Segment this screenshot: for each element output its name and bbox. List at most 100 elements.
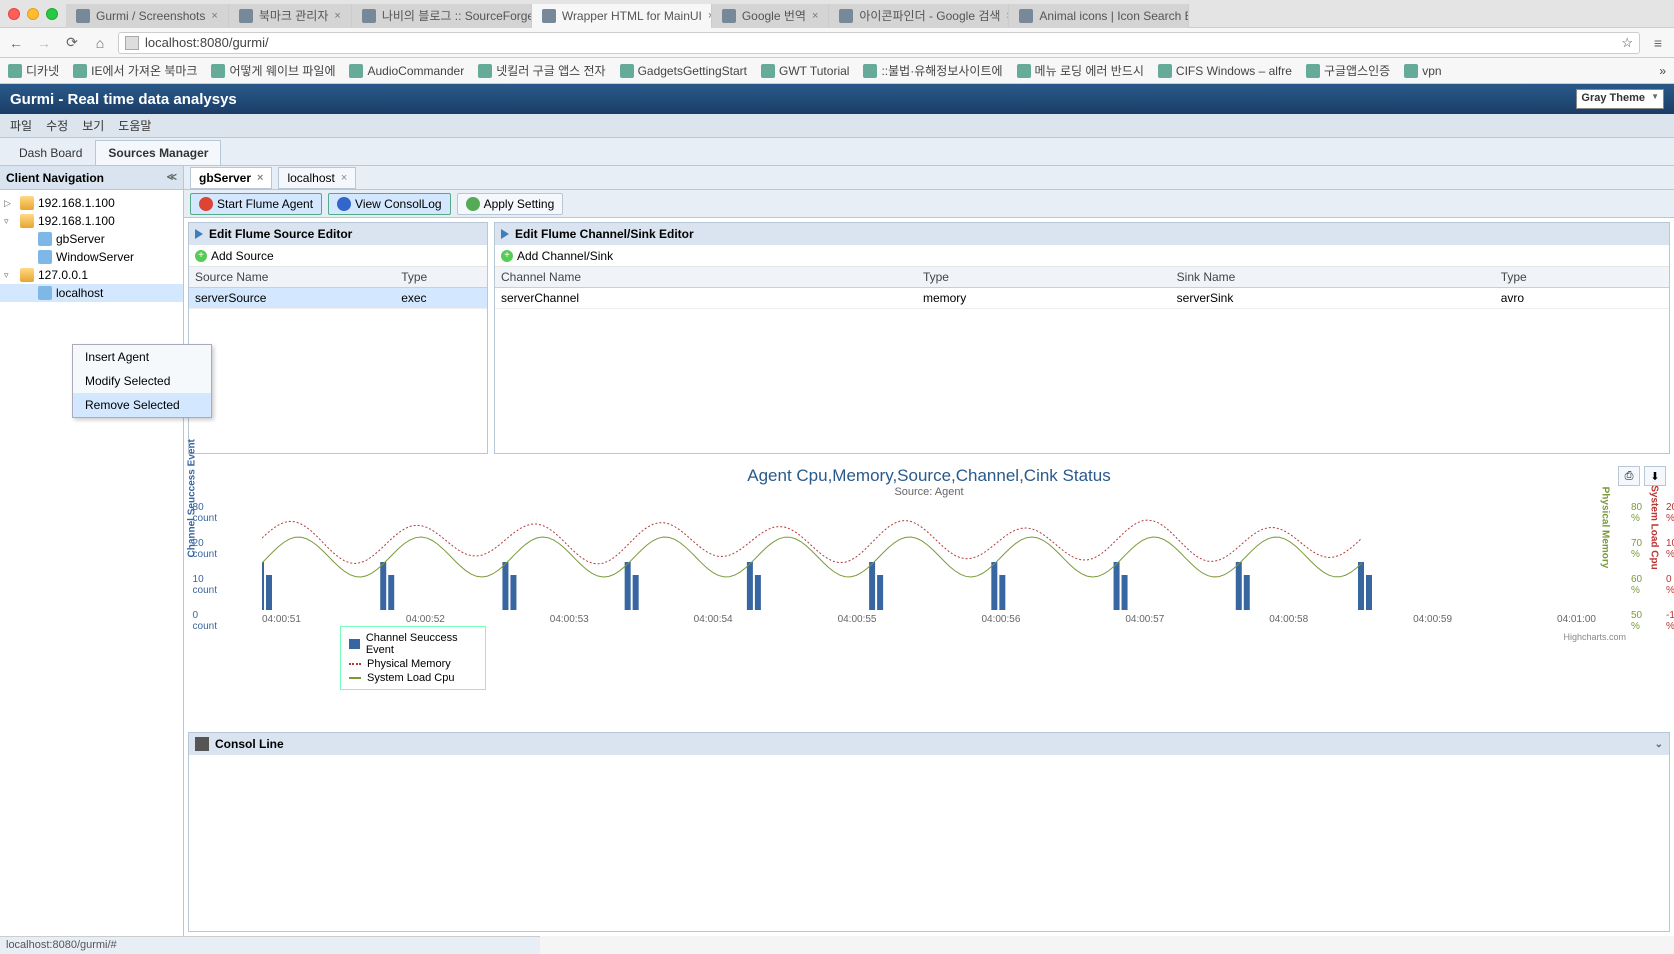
app-header: Gurmi - Real time data analysys Gray The… — [0, 84, 1674, 114]
back-button[interactable]: ← — [6, 33, 26, 53]
browser-tab[interactable]: Gurmi / Screenshots × — [66, 4, 229, 28]
close-icon[interactable]: × — [334, 10, 340, 22]
browser-tab[interactable]: Animal icons | Icon Search E× — [1009, 4, 1189, 28]
menu-item[interactable]: 보기 — [82, 117, 104, 134]
main-tab[interactable]: Sources Manager — [95, 140, 221, 165]
sidebar: Client Navigation ≪ ▷192.168.1.100▿192.1… — [0, 166, 184, 936]
tree-item[interactable]: ▿192.168.1.100 — [0, 212, 183, 230]
bookmarks-overflow-button[interactable]: » — [1659, 64, 1666, 78]
app-title: Gurmi - Real time data analysys — [10, 91, 237, 108]
play-icon — [195, 229, 203, 239]
source-editor-header: Edit Flume Source Editor — [189, 223, 487, 245]
status-text: localhost:8080/gurmi/# — [6, 939, 117, 951]
close-icon[interactable]: × — [341, 172, 347, 184]
agent-tabs: gbServer× localhost× — [184, 166, 1674, 190]
folder-icon — [20, 196, 34, 210]
consol-collapse-button[interactable]: ⌄ — [1655, 739, 1663, 750]
window-controls — [8, 8, 58, 20]
tree-label: localhost — [56, 286, 103, 300]
tab-label: 북마크 관리자 — [259, 7, 329, 24]
tab-label: Animal icons | Icon Search E — [1039, 9, 1189, 23]
browser-tab[interactable]: 북마크 관리자 × — [229, 4, 352, 28]
bookmark-item[interactable]: CIFS Windows – alfre — [1158, 64, 1292, 78]
chart-legend[interactable]: Channel Seuccess EventPhysical MemorySys… — [340, 626, 486, 690]
tree-item[interactable]: ▿127.0.0.1 — [0, 266, 183, 284]
bookmark-item[interactable]: 디카넷 — [8, 62, 59, 79]
column-header[interactable]: Source Name — [189, 267, 395, 288]
menu-item[interactable]: 파일 — [10, 117, 32, 134]
apply-setting-button[interactable]: Apply Setting — [457, 193, 564, 215]
close-icon[interactable]: × — [812, 10, 818, 22]
chart-print-button[interactable]: ⎙ — [1618, 466, 1640, 486]
tree-item[interactable]: ▷192.168.1.100 — [0, 194, 183, 212]
bookmark-item[interactable]: AudioCommander — [349, 64, 464, 78]
bookmark-item[interactable]: 메뉴 로딩 에러 반드시 — [1017, 62, 1144, 79]
sidebar-title: Client Navigation — [6, 171, 104, 185]
column-header[interactable]: Type — [1495, 267, 1669, 288]
url-field[interactable]: localhost:8080/gurmi/ ☆ — [118, 32, 1640, 54]
tree-toggle-icon[interactable]: ▿ — [4, 270, 16, 281]
tree-item[interactable]: gbServer — [0, 230, 183, 248]
close-icon[interactable]: × — [211, 10, 217, 22]
context-menu-item[interactable]: Remove Selected — [73, 393, 211, 417]
column-header[interactable]: Type — [917, 267, 1171, 288]
menu-icon[interactable]: ≡ — [1648, 33, 1668, 53]
bookmark-item[interactable]: 어떻게 웨이브 파일에 — [211, 62, 335, 79]
view-log-button[interactable]: View ConsolLog — [328, 193, 451, 215]
collapse-sidebar-button[interactable]: ≪ — [167, 172, 177, 183]
bookmark-item[interactable]: GadgetsGettingStart — [620, 64, 747, 78]
legend-item[interactable]: System Load Cpu — [349, 671, 477, 685]
sink-editor-header: Edit Flume Channel/Sink Editor — [495, 223, 1669, 245]
context-menu-item[interactable]: Modify Selected — [73, 369, 211, 393]
agent-tab[interactable]: gbServer× — [190, 167, 272, 189]
forward-button[interactable]: → — [34, 33, 54, 53]
bookmark-item[interactable]: vpn — [1404, 64, 1441, 78]
minimize-window-button[interactable] — [27, 8, 39, 20]
column-header[interactable]: Sink Name — [1171, 267, 1495, 288]
browser-tab[interactable]: Google 번역× — [712, 4, 830, 28]
close-icon[interactable]: × — [257, 172, 263, 184]
reload-button[interactable]: ⟳ — [62, 33, 82, 53]
zoom-window-button[interactable] — [46, 8, 58, 20]
start-flume-button[interactable]: Start Flume Agent — [190, 193, 322, 215]
tree-toggle-icon[interactable]: ▷ — [4, 198, 16, 209]
add-source-bar[interactable]: + Add Source — [189, 245, 487, 267]
legend-item[interactable]: Channel Seuccess Event — [349, 631, 477, 657]
plus-icon: + — [195, 250, 207, 262]
table-row[interactable]: serverChannelmemoryserverSinkavro — [495, 288, 1669, 309]
agent-tab[interactable]: localhost× — [278, 167, 356, 189]
bookmark-item[interactable]: IE에서 가져온 북마크 — [73, 62, 197, 79]
column-header[interactable]: Type — [395, 267, 487, 288]
close-window-button[interactable] — [8, 8, 20, 20]
tab-label: Gurmi / Screenshots — [96, 9, 205, 23]
menu-item[interactable]: 도움말 — [118, 117, 151, 134]
column-header[interactable]: Channel Name — [495, 267, 917, 288]
bookmark-item[interactable]: GWT Tutorial — [761, 64, 849, 78]
bookmark-label: vpn — [1422, 64, 1441, 78]
bookmark-label: 어떻게 웨이브 파일에 — [229, 62, 335, 79]
main-tab[interactable]: Dash Board — [6, 140, 95, 165]
tree-toggle-icon[interactable]: ▿ — [4, 216, 16, 227]
host-icon — [38, 250, 52, 264]
context-menu-item[interactable]: Insert Agent — [73, 345, 211, 369]
add-sink-bar[interactable]: + Add Channel/Sink — [495, 245, 1669, 267]
star-icon[interactable]: ☆ — [1621, 35, 1633, 51]
navigation-tree: ▷192.168.1.100▿192.168.1.100gbServerWind… — [0, 190, 183, 306]
menu-item[interactable]: 수정 — [46, 117, 68, 134]
home-button[interactable]: ⌂ — [90, 33, 110, 53]
bookmark-item[interactable]: 넷킬러 구글 앱스 전자 — [478, 62, 605, 79]
y-axis-right2-label: System Load Cpu — [1648, 485, 1659, 569]
legend-item[interactable]: Physical Memory — [349, 657, 477, 671]
bookmark-item[interactable]: 구글앱스인증 — [1306, 62, 1390, 79]
theme-label: Gray Theme — [1581, 92, 1645, 104]
bookmark-item[interactable]: ::불법·유해정보사이트에 — [863, 62, 1002, 79]
table-row[interactable]: serverSourceexec — [189, 288, 487, 309]
sink-editor-title: Edit Flume Channel/Sink Editor — [515, 227, 694, 241]
chart-export-button[interactable]: ⬇ — [1644, 466, 1666, 486]
browser-tab[interactable]: 아이콘파인더 - Google 검색× — [829, 4, 1009, 28]
tree-item[interactable]: WindowServer — [0, 248, 183, 266]
browser-tab[interactable]: 나비의 블로그 :: SourceForge× — [352, 4, 532, 28]
tree-item[interactable]: localhost — [0, 284, 183, 302]
theme-select[interactable]: Gray Theme — [1576, 89, 1664, 109]
browser-tab[interactable]: Wrapper HTML for MainUI× — [532, 4, 712, 28]
